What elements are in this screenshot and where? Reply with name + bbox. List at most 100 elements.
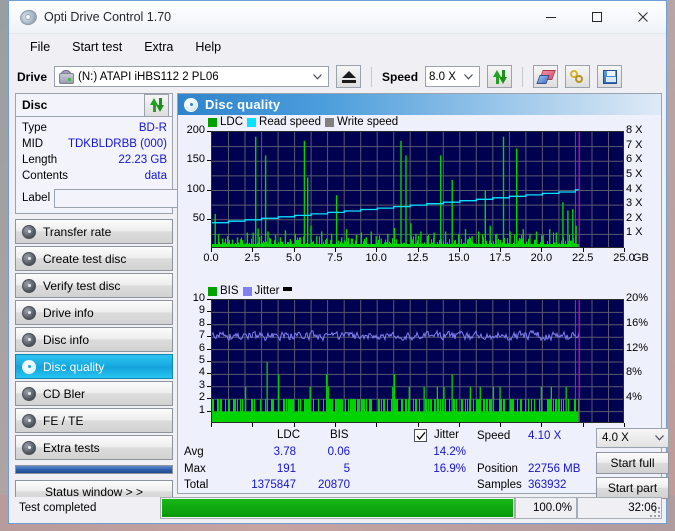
erase-button[interactable] xyxy=(533,65,559,88)
disc-info-rows: Type BD-R MID TDKBLDRBB (000) Length 22.… xyxy=(16,117,262,213)
stats-row-avg: Avg xyxy=(184,446,204,458)
sidebar-item-drive-info[interactable]: Drive info xyxy=(15,300,173,325)
legend-item-read-speed: Read speed xyxy=(247,116,321,128)
legend-label: Jitter xyxy=(254,285,280,297)
speed-select[interactable]: 8.0 X xyxy=(425,66,481,87)
eject-button[interactable] xyxy=(336,65,362,88)
x-tick-label: 22.5 xyxy=(571,252,594,264)
x-tick-label: 10.0 xyxy=(365,252,387,264)
floppy-save-icon xyxy=(602,69,617,84)
y2-tick-label: 3 X xyxy=(626,197,643,210)
legend-swatch xyxy=(283,286,293,291)
y2-tick-label: 16% xyxy=(626,316,649,329)
x-tick-label: 7.5 xyxy=(327,252,343,264)
stats-row-max: Max xyxy=(184,463,206,475)
chain-button[interactable] xyxy=(565,65,591,88)
resize-grip-icon[interactable] xyxy=(649,506,660,517)
y2-tick-label: 20% xyxy=(626,292,649,304)
jitter-checkbox[interactable] xyxy=(414,429,427,442)
y-tick-label: 3 xyxy=(198,378,205,391)
y-tick-label: 1 xyxy=(198,403,205,416)
chevron-down-icon xyxy=(309,73,326,80)
body-split: Disc Type BD-R MID TDKBLDRBB (000) Lengt… xyxy=(9,93,669,503)
drive-select[interactable]: (N:) ATAPI iHBS112 2 PL06 xyxy=(54,66,330,87)
sidebar-item-verify-test-disc[interactable]: Verify test disc xyxy=(15,273,173,298)
y-tick-label: 100 xyxy=(186,182,205,195)
menu-file[interactable]: File xyxy=(19,37,61,57)
sidebar-item-disc-info[interactable]: Disc info xyxy=(15,327,173,352)
start-part-button[interactable]: Start part xyxy=(596,477,669,499)
y2-tick-label: 2 X xyxy=(626,211,643,224)
y2-tick-label: 1 X xyxy=(626,226,643,239)
sidebar-item-create-test-disc[interactable]: Create test disc xyxy=(15,246,173,271)
y-tick-label: 2 xyxy=(198,391,205,404)
window-title: Opti Drive Control 1.70 xyxy=(44,10,172,24)
menu-help[interactable]: Help xyxy=(184,37,232,57)
refresh-arrows-icon xyxy=(492,69,508,84)
disc-bler-icon xyxy=(22,386,36,401)
y-tick-label: 50 xyxy=(192,211,205,224)
close-button[interactable] xyxy=(620,1,666,33)
x-tick-mark xyxy=(500,248,502,252)
stats-ldc-avg: 3.78 xyxy=(273,446,296,458)
menu-extra[interactable]: Extra xyxy=(133,37,184,57)
nav-gradient-divider xyxy=(15,465,173,474)
menu-start-test[interactable]: Start test xyxy=(61,37,133,57)
disc-row-value: BD-R xyxy=(138,122,167,134)
disc-quality-icon xyxy=(22,359,36,374)
stats-area: LDC BIS Jitter Avg Max Total 3.78 191 13… xyxy=(178,427,669,499)
y-tick-label: 6 xyxy=(198,341,205,354)
disc-row-key: Type xyxy=(22,122,47,134)
speed-select-value: 8.0 X xyxy=(429,70,456,83)
sidebar-item-label: Verify test disc xyxy=(43,278,121,293)
chevron-down-icon xyxy=(650,435,668,441)
disc-verify-icon xyxy=(22,278,36,293)
minimize-button[interactable] xyxy=(528,1,574,33)
disc-refresh-button[interactable] xyxy=(144,93,169,117)
y-tick-label: 7 xyxy=(198,329,205,342)
disc-label-key: Label xyxy=(22,192,51,204)
stats-header-ldc: LDC xyxy=(277,429,301,441)
legend-swatch xyxy=(208,117,217,127)
sidebar-item-fe-te[interactable]: FE / TE xyxy=(15,408,173,433)
disc-panel: Disc Type BD-R MID TDKBLDRBB (000) Lengt… xyxy=(15,93,262,214)
start-full-button[interactable]: Start full xyxy=(596,452,669,474)
charts-area: LDC Read speed Write speed 50 100 150 200 1 … xyxy=(178,115,661,439)
stats-header-bis: BIS xyxy=(330,429,349,441)
y-tick-label: 10 xyxy=(192,292,205,304)
sidebar-item-transfer-rate[interactable]: Transfer rate xyxy=(15,219,173,244)
stats-speed-label: Speed xyxy=(477,430,511,442)
speed-label: Speed xyxy=(382,69,419,84)
sidebar-item-extra-tests[interactable]: Extra tests xyxy=(15,435,173,460)
sidebar-item-disc-quality[interactable]: Disc quality xyxy=(15,354,173,379)
x-tick-mark xyxy=(624,248,625,252)
x-axis-unit-label: GB xyxy=(633,252,649,264)
disc-fete-icon xyxy=(22,413,36,428)
y-tick-label: 4 xyxy=(198,366,205,379)
y2-tick-label: 6 X xyxy=(626,153,643,166)
stats-jitter-avg: 14.2% xyxy=(433,446,466,458)
legend-label: Write speed xyxy=(337,116,399,128)
sidebar-item-label: Extra tests xyxy=(43,440,100,455)
panel-title: Disc quality xyxy=(205,97,281,112)
x-tick-label: 25.0 xyxy=(613,252,635,264)
disc-row-key: MID xyxy=(22,138,44,150)
legend-item-bis: BIS xyxy=(208,285,239,297)
y2-tick-label: 7 X xyxy=(626,138,643,151)
window-controls xyxy=(528,1,666,33)
y-tick-label: 9 xyxy=(198,304,205,317)
save-button[interactable] xyxy=(597,65,623,88)
x-tick-label: 0.0 xyxy=(203,252,219,264)
y-tick-label: 5 xyxy=(198,354,205,366)
test-speed-select[interactable]: 4.0 X xyxy=(596,428,669,448)
legend-swatch xyxy=(247,117,257,127)
disc-row-value: TDKBLDRBB (000) xyxy=(67,138,167,150)
x-tick-label: 5.0 xyxy=(285,252,302,264)
eject-icon xyxy=(341,70,356,83)
maximize-button[interactable] xyxy=(574,1,620,33)
legend-swatch xyxy=(325,117,335,127)
refresh-button[interactable] xyxy=(487,65,513,88)
disc-quality-icon xyxy=(184,97,198,112)
sidebar-item-label: Create test disc xyxy=(43,251,127,266)
sidebar-item-cd-bler[interactable]: CD Bler xyxy=(15,381,173,406)
